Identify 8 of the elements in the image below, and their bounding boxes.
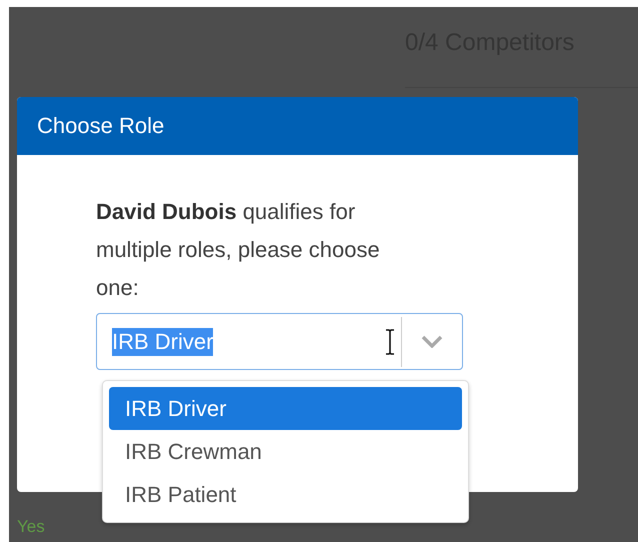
dropdown-option[interactable]: IRB Driver xyxy=(109,387,462,430)
dropdown-option[interactable]: IRB Patient xyxy=(109,473,462,516)
dialog-title: Choose Role xyxy=(37,113,164,139)
table-cell: Yes xyxy=(17,517,45,537)
message-text: David Dubois qualifies for multiple roles, please choose one: xyxy=(96,198,381,302)
chevron-down-icon xyxy=(421,335,443,348)
text-cursor-icon xyxy=(385,328,395,354)
dropdown-option[interactable]: IRB Crewman xyxy=(109,430,462,473)
